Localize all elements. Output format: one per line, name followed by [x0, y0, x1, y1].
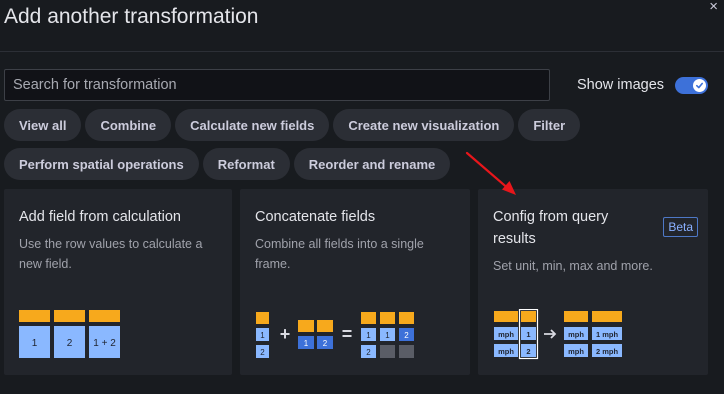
preview-label: mph	[498, 347, 514, 356]
chip-reformat[interactable]: Reformat	[202, 148, 290, 180]
card-description-line: Set unit, min, max and more.	[493, 259, 653, 273]
annotation-arrow-icon	[465, 151, 516, 195]
chip-combine[interactable]: Combine	[85, 109, 172, 141]
search-input[interactable]	[4, 69, 550, 101]
filter-chips: View all Combine Calculate new fields Cr…	[4, 109, 720, 187]
preview-label: mph	[498, 330, 514, 339]
preview-label: 2	[526, 347, 530, 356]
show-images-toggle[interactable]	[675, 77, 708, 94]
config-preview-image: mph 1 mph 2 mph 1 mph mph 2 mph	[494, 309, 622, 360]
card-concatenate-fields[interactable]: Concatenate fields Combine all fields in…	[240, 189, 470, 375]
card-title-line: Config from query	[493, 209, 609, 225]
preview-label: 1	[526, 330, 530, 339]
close-icon[interactable]: ×	[709, 0, 718, 15]
preview-label: 2	[366, 348, 371, 357]
preview-label: mph	[568, 330, 584, 339]
chip-perform-spatial-operations[interactable]: Perform spatial operations	[4, 148, 199, 180]
dialog-header: Add another transformation ×	[0, 0, 724, 52]
card-description: Use the row values to calculate a new fi…	[19, 234, 202, 274]
toggle-knob	[693, 79, 706, 92]
check-icon	[695, 82, 704, 89]
arrow-right-icon	[544, 329, 557, 339]
concatenate-preview-image: 1 2 + 1 2 = 1 1 2 2	[256, 312, 414, 358]
chip-view-all[interactable]: View all	[4, 109, 82, 141]
preview-label: mph	[568, 347, 584, 356]
preview-label: 1	[385, 331, 390, 340]
card-title: Add field from calculation	[19, 209, 181, 225]
preview-label: 2 mph	[596, 347, 619, 356]
card-description-line: new field.	[19, 257, 72, 271]
preview-label: 2	[323, 339, 328, 348]
beta-badge: Beta	[663, 217, 698, 237]
card-title: Concatenate fields	[255, 209, 376, 225]
chip-create-new-visualization[interactable]: Create new visualization	[333, 109, 515, 141]
card-description: Set unit, min, max and more.	[493, 256, 653, 276]
card-description-line: frame.	[255, 257, 291, 271]
preview-label: 2	[260, 348, 265, 357]
preview-label: 1	[304, 339, 309, 348]
card-add-field-from-calculation[interactable]: Add field from calculation Use the row v…	[4, 189, 232, 375]
preview-label: 1	[260, 331, 265, 340]
preview-label: 1	[366, 331, 371, 340]
equals-icon: =	[342, 324, 353, 344]
preview-label: 1	[32, 338, 38, 349]
preview-label: 1 mph	[596, 330, 619, 339]
preview-label: 2	[404, 331, 409, 340]
card-config-from-query-results[interactable]: Config from query results Beta Set unit,…	[478, 189, 708, 375]
card-description-line: Use the row values to calculate a	[19, 237, 203, 251]
card-description: Combine all fields into a single frame.	[255, 234, 424, 274]
chip-filter[interactable]: Filter	[518, 109, 581, 141]
dialog-title: Add another transformation	[4, 5, 259, 28]
plus-icon: +	[280, 324, 291, 344]
card-title-line: results	[493, 231, 536, 247]
chip-reorder-and-rename[interactable]: Reorder and rename	[293, 148, 451, 180]
show-images-label: Show images	[577, 77, 665, 93]
card-description-line: Combine all fields into a single	[255, 237, 424, 251]
preview-label: 2	[67, 338, 73, 349]
chip-calculate-new-fields[interactable]: Calculate new fields	[175, 109, 330, 141]
filter-chip-row: View all Combine Calculate new fields Cr…	[4, 109, 720, 141]
calculation-preview-image: 1 2 1 + 2	[19, 310, 120, 358]
preview-label: 1 + 2	[93, 338, 116, 349]
card-title: Config from query results	[493, 206, 608, 250]
filter-chip-row: Perform spatial operations Reformat Reor…	[4, 148, 720, 180]
